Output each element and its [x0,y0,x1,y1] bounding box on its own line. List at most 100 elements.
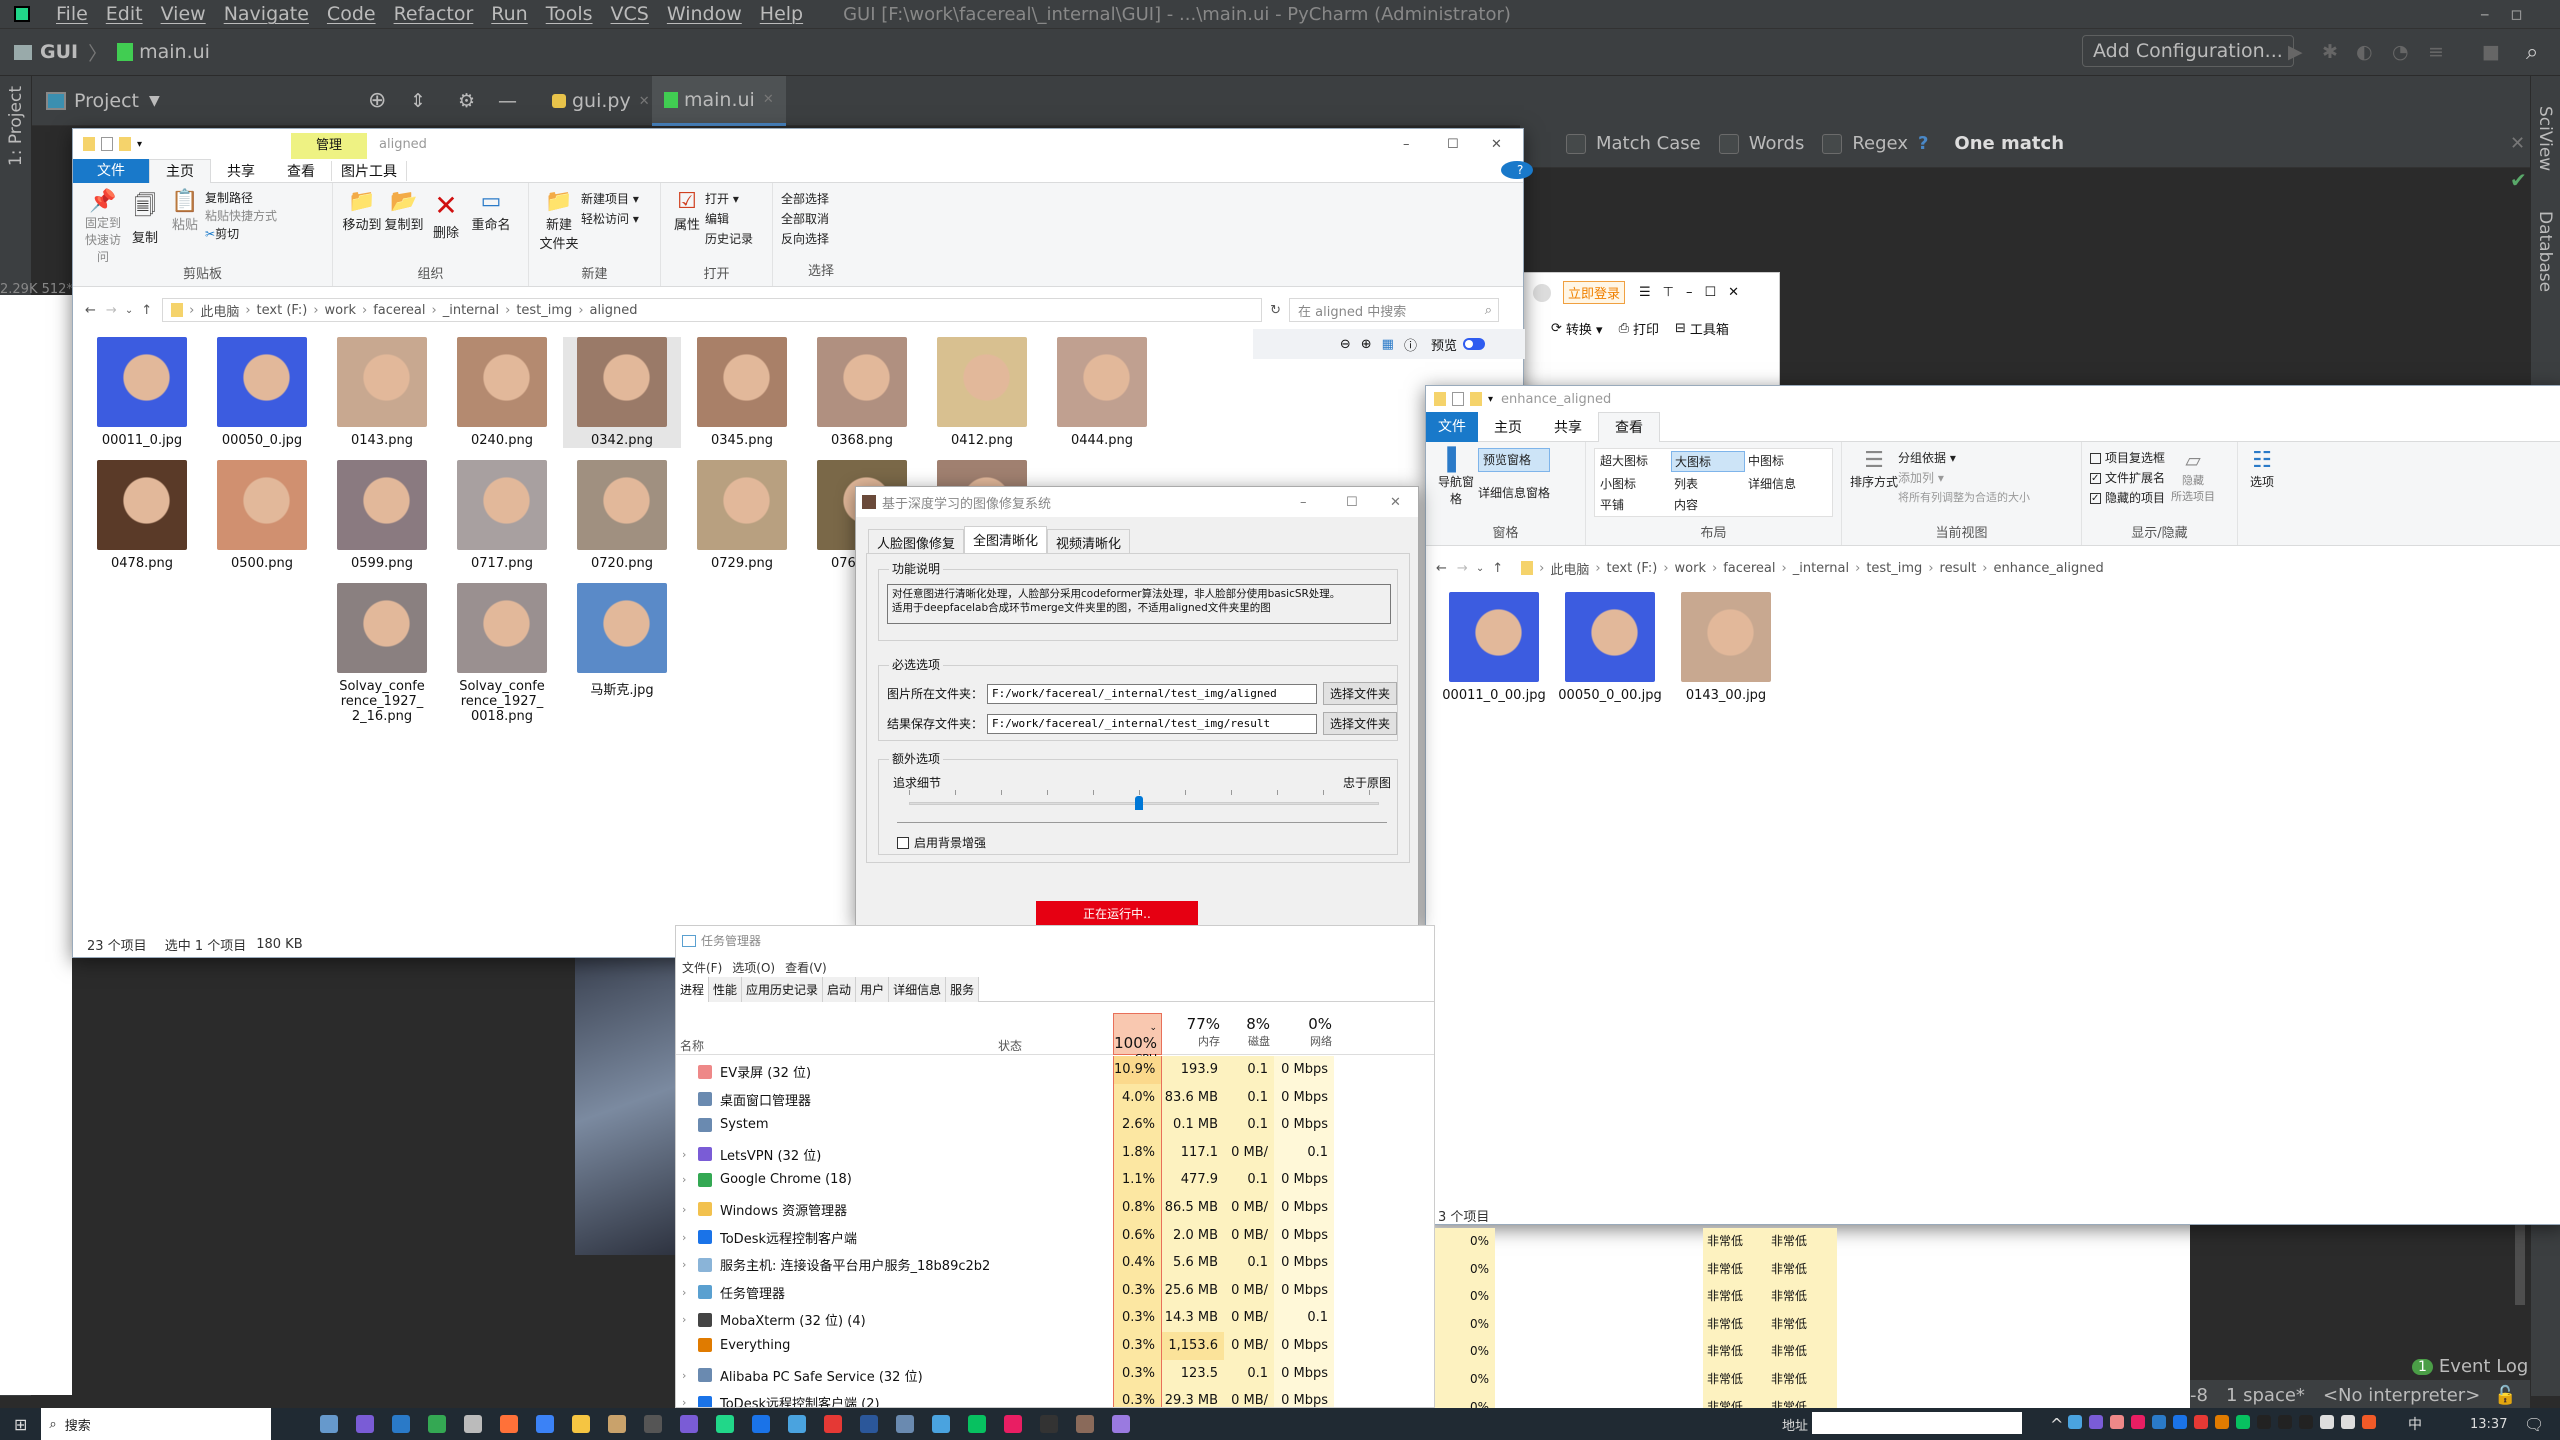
maximize-button[interactable]: ▫ [2510,3,2523,25]
breadcrumb-item[interactable]: test_img [516,303,572,318]
new-folder-quick-icon[interactable] [119,137,131,151]
file-item[interactable]: 0729.png [683,460,801,571]
tm-tab[interactable]: 启动 [823,977,857,1002]
col-network[interactable]: 0% 网络 [1274,1013,1334,1049]
close-icon[interactable]: ✕ [639,94,650,109]
breadcrumb-project[interactable]: GUI [40,41,78,63]
file-item[interactable]: 0368.png [803,337,921,448]
back-button[interactable]: ← [1436,561,1447,576]
minimize-button[interactable]: – [2480,3,2490,25]
file-item[interactable]: 0500.png [203,460,321,571]
pycharm-editor-scrollbar[interactable] [2515,1225,2525,1305]
col-name[interactable]: 名称 [680,1037,704,1054]
expand-chevron-icon[interactable]: › [682,1286,698,1299]
breadcrumb-item[interactable]: text (F:) [257,303,308,318]
process-row[interactable]: › ToDesk远程控制客户端 (2) 0.3%29.3 MB0 MB/秒0 Mbp… [676,1387,1434,1407]
indent[interactable]: 1 space* [2226,1385,2305,1406]
expand-chevron-icon[interactable]: › [682,1369,698,1382]
invert-selection-button[interactable]: 反向选择 [781,229,861,249]
properties-quick-icon[interactable] [101,137,113,151]
process-row[interactable]: › Google Chrome (18) 1.1%477.9 MB0.1 MB/秒0… [676,1166,1434,1215]
file-item[interactable]: 0143_00.jpg [1668,592,1784,703]
menu-window[interactable]: Window [667,3,742,25]
tray-icon[interactable] [2110,1415,2124,1429]
layout-option[interactable]: 超大图标 [1597,451,1671,472]
start-button[interactable]: ⊞ [14,1415,27,1434]
file-item[interactable]: Solvay_conference_1927_2_16.png [323,583,441,724]
layout-option[interactable]: 详细信息 [1745,474,1825,493]
breadcrumb-item[interactable]: result [1940,561,1977,576]
tm-tab[interactable]: 进程 [676,977,710,1002]
taskbar-app-icon[interactable] [464,1415,483,1433]
project-dropdown[interactable]: Project [74,90,139,112]
up-button[interactable]: ↑ [141,303,152,318]
breadcrumb-item[interactable]: text (F:) [1607,561,1658,576]
properties-button[interactable]: ☑ 属性 [669,189,705,233]
match-case-checkbox[interactable] [1566,133,1586,154]
tray-icon[interactable] [2299,1415,2313,1429]
new-folder-quick-icon[interactable] [1470,392,1482,406]
hidden-items-toggle[interactable]: ✓ 隐藏的项目 [2090,488,2165,508]
process-row[interactable]: System 2.6%0.1 MB0.1 MB/秒0 Mbps [676,1111,1434,1160]
close-button[interactable]: ✕ [1491,137,1502,152]
breadcrumb-item[interactable]: facereal [373,303,425,318]
size-columns-button[interactable]: 将所有列调整为合适的大小 [1898,488,2030,508]
taskbar-app-icon[interactable] [788,1415,807,1433]
tray-icon[interactable] [2173,1415,2187,1429]
tm-tab[interactable]: 用户 [856,977,890,1002]
preview-pane-button[interactable]: 预览窗格 [1478,448,1551,472]
taskbar-app-icon[interactable] [860,1415,879,1433]
sort-by-button[interactable]: ☰ 排序方式 [1850,448,1898,490]
database-tool-button[interactable]: Database [2535,211,2555,292]
pin-icon[interactable]: ⊤ [1663,285,1674,300]
layout-option[interactable]: 小图标 [1597,474,1671,493]
stop-icon[interactable]: ■ [2482,41,2500,63]
taskbar-app-icon[interactable] [1004,1415,1023,1433]
close-button[interactable]: ✕ [1728,285,1739,300]
address-bar[interactable]: › 此电脑 › text (F:) › work › facereal › _internal › t… [162,298,1263,322]
tab-share[interactable]: 共享 [211,161,271,181]
tray-icon[interactable] [2068,1415,2082,1429]
tm-tab[interactable]: 应用历史记录 [742,977,824,1002]
menu-vcs[interactable]: VCS [611,3,649,25]
file-item[interactable]: 0342.png [563,337,681,448]
col-disk[interactable]: 8% 磁盘 [1224,1013,1274,1049]
forward-button[interactable]: → [106,303,117,318]
file-item[interactable]: 马斯克.jpg [563,583,681,724]
new-folder-button[interactable]: 📁 新建 文件夹 [537,189,581,252]
customize-quick-access-icon[interactable]: ▾ [1488,394,1493,405]
file-item[interactable]: Solvay_conference_1927_0018.png [443,583,561,724]
minimize-button[interactable]: – [1403,137,1410,152]
breadcrumb-item[interactable]: facereal [1723,561,1775,576]
group-by-button[interactable]: 分组依据 ▾ [1898,448,2030,468]
pin-quick-access-button[interactable]: 📌 固定到快速访问 [81,189,125,265]
minimize-button[interactable]: – [1300,495,1307,510]
taskbar-app-icon[interactable] [824,1415,843,1433]
clock[interactable]: 13:37 [2470,1417,2507,1432]
options-button[interactable]: ☷ 选项 [2238,442,2286,545]
hide-selected-button[interactable]: ▱ 隐藏 所选项目 [2171,448,2215,504]
breadcrumb-item[interactable]: work [1675,561,1706,576]
editor-tab-main-ui[interactable]: main.ui ✕ [652,76,786,126]
process-row[interactable]: Everything 0.3%1,153.6 MB0 MB/秒0 Mbps [676,1331,1434,1381]
tray-icon[interactable] [2089,1415,2103,1429]
convert-button[interactable]: 转换 ▾ [1566,319,1603,338]
tray-icon[interactable] [2341,1415,2355,1429]
taskbar-app-icon[interactable] [680,1415,699,1433]
toolbox-button[interactable]: 工具箱 [1690,319,1729,338]
qt-tab[interactable]: 视频清晰化 [1047,529,1131,555]
fidelity-slider[interactable] [909,790,1379,810]
tray-icon[interactable] [2215,1415,2229,1429]
taskbar-app-icon[interactable] [572,1415,591,1433]
customize-quick-access-icon[interactable]: ▾ [137,139,142,150]
taskbar-app-icon[interactable] [356,1415,375,1433]
process-row[interactable]: › Windows 资源管理器 0.8%86.5 MB0 MB/秒0 Mbps [676,1193,1434,1243]
address-bar[interactable]: › 此电脑 › text (F:) › work › facereal › _internal › t… [1513,556,2533,580]
slider-handle[interactable] [1135,796,1143,810]
tm-menu-item[interactable]: 选项(O) [732,959,775,976]
collapse-icon[interactable]: ⇕ [410,90,426,112]
layout-option[interactable]: 内容 [1671,495,1745,514]
tab-view[interactable]: 查看 [1598,411,1660,442]
lock-icon[interactable]: 🔓 [2494,1385,2516,1406]
expand-chevron-icon[interactable]: › [682,1396,698,1407]
